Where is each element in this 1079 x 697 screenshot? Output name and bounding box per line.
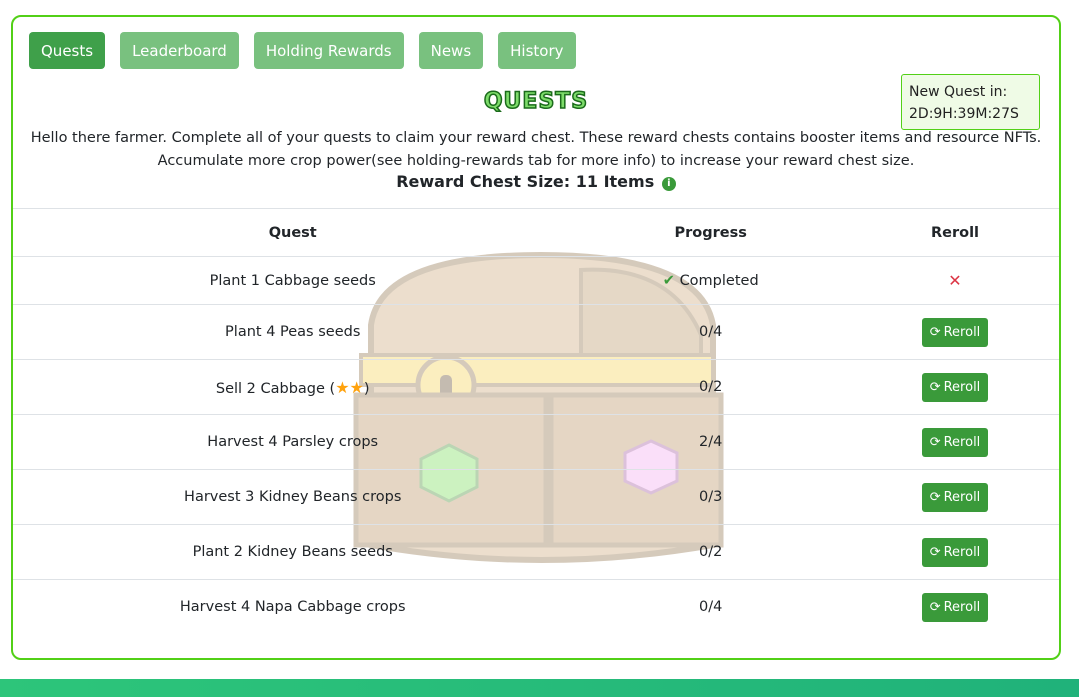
- new-quest-timer: New Quest in: 2D:9H:39M:27S: [901, 74, 1040, 130]
- quest-progress: 2/4: [572, 414, 850, 470]
- reroll-button[interactable]: ⟳ Reroll: [921, 592, 989, 622]
- tab-holding-rewards[interactable]: Holding Rewards: [253, 32, 404, 69]
- quest-name-prefix: Sell 2 Cabbage (: [215, 380, 336, 397]
- intro-line-1: Hello there farmer. Complete all of your…: [30, 130, 1042, 146]
- refresh-icon: ⟳: [929, 599, 941, 615]
- tab-quests[interactable]: Quests: [29, 32, 106, 69]
- quest-progress: 0/4: [572, 304, 850, 360]
- reroll-label: Reroll: [943, 379, 981, 395]
- refresh-icon: ⟳: [929, 379, 941, 395]
- refresh-icon: ⟳: [929, 324, 941, 340]
- star-icon: ★: [349, 377, 364, 397]
- quests-table: Quest Progress Reroll Plant 1 Cabbage se…: [13, 208, 1059, 635]
- table-header-row: Quest Progress Reroll: [13, 208, 1059, 257]
- tab-bar: Quests Leaderboard Holding Rewards News …: [29, 32, 576, 69]
- table-row: Harvest 4 Parsley crops 2/4 ⟳ Reroll: [13, 414, 1059, 470]
- table-row: Plant 2 Kidney Beans seeds 0/2 ⟳ Reroll: [13, 524, 1059, 580]
- new-quest-timer-value: 2D:9H:39M:27S: [909, 106, 1019, 122]
- check-icon: ✔: [662, 272, 675, 289]
- quest-progress: 0/3: [572, 469, 850, 525]
- reward-chest-size-label: Reward Chest Size: 11 Items: [396, 172, 655, 191]
- completed-label: Completed: [679, 272, 759, 289]
- quest-name: Plant 2 Kidney Beans seeds: [13, 524, 573, 580]
- tab-leaderboard[interactable]: Leaderboard: [120, 32, 239, 69]
- reroll-button[interactable]: ⟳ Reroll: [921, 537, 989, 567]
- table-row: Plant 1 Cabbage seeds ✔ Completed ✕: [13, 256, 1059, 305]
- reroll-button[interactable]: ⟳ Reroll: [921, 427, 989, 457]
- table-row: Harvest 3 Kidney Beans crops 0/3 ⟳ Reroll: [13, 469, 1059, 525]
- table-row: Harvest 4 Napa Cabbage crops 0/4 ⟳ Reroll: [13, 580, 1059, 635]
- quest-name: Sell 2 Cabbage (★★): [13, 359, 573, 415]
- reroll-cell: ⟳ Reroll: [849, 580, 1059, 635]
- column-header-progress: Progress: [572, 208, 850, 257]
- reroll-cell: ⟳ Reroll: [849, 414, 1059, 470]
- tab-news[interactable]: News: [418, 32, 484, 69]
- reroll-label: Reroll: [943, 489, 981, 505]
- quests-panel: Quests Leaderboard Holding Rewards News …: [11, 15, 1061, 660]
- reroll-button[interactable]: ⟳ Reroll: [921, 317, 989, 347]
- refresh-icon: ⟳: [929, 489, 941, 505]
- quest-name: Plant 1 Cabbage seeds: [13, 256, 573, 305]
- quest-progress: ✔ Completed: [572, 256, 850, 305]
- quest-name: Harvest 3 Kidney Beans crops: [13, 469, 573, 525]
- quest-name: Harvest 4 Parsley crops: [13, 414, 573, 470]
- close-icon: ✕: [948, 271, 962, 290]
- tab-history[interactable]: History: [498, 32, 576, 69]
- column-header-reroll: Reroll: [849, 208, 1059, 257]
- refresh-icon: ⟳: [929, 544, 941, 560]
- info-icon[interactable]: i: [661, 177, 676, 191]
- reward-chest-size: Reward Chest Size: 11 Items i: [13, 172, 1059, 191]
- reroll-label: Reroll: [943, 324, 981, 340]
- quest-name-suffix: ): [363, 380, 370, 397]
- intro-line-2: Accumulate more crop power(see holding-r…: [157, 153, 915, 169]
- reroll-button[interactable]: ⟳ Reroll: [921, 482, 989, 512]
- footer-bar: [0, 679, 1079, 697]
- refresh-icon: ⟳: [929, 434, 941, 450]
- reroll-cell: ⟳ Reroll: [849, 469, 1059, 525]
- star-icon: ★: [335, 377, 350, 397]
- quest-name: Harvest 4 Napa Cabbage crops: [179, 599, 406, 615]
- column-header-quest: Quest: [13, 208, 573, 257]
- table-row: Plant 4 Peas seeds 0/4 ⟳ Reroll: [13, 304, 1059, 360]
- reroll-cell: ⟳ Reroll: [849, 304, 1059, 360]
- quest-progress: 0/4: [699, 599, 723, 615]
- reroll-cell: ⟳ Reroll: [849, 524, 1059, 580]
- new-quest-timer-label: New Quest in:: [909, 84, 1008, 100]
- quest-progress: 0/2: [572, 524, 850, 580]
- reroll-label: Reroll: [943, 434, 981, 450]
- quest-progress: 0/2: [572, 359, 850, 415]
- reroll-cell: ⟳ Reroll: [849, 359, 1059, 415]
- reroll-label: Reroll: [943, 599, 981, 615]
- reroll-button[interactable]: ⟳ Reroll: [921, 372, 989, 402]
- quest-name: Plant 4 Peas seeds: [13, 304, 573, 360]
- reroll-label: Reroll: [943, 544, 981, 560]
- intro-text: Hello there farmer. Complete all of your…: [13, 127, 1059, 173]
- reroll-cell: ✕: [849, 256, 1059, 305]
- table-row: Sell 2 Cabbage (★★) 0/2 ⟳ Reroll: [13, 359, 1059, 415]
